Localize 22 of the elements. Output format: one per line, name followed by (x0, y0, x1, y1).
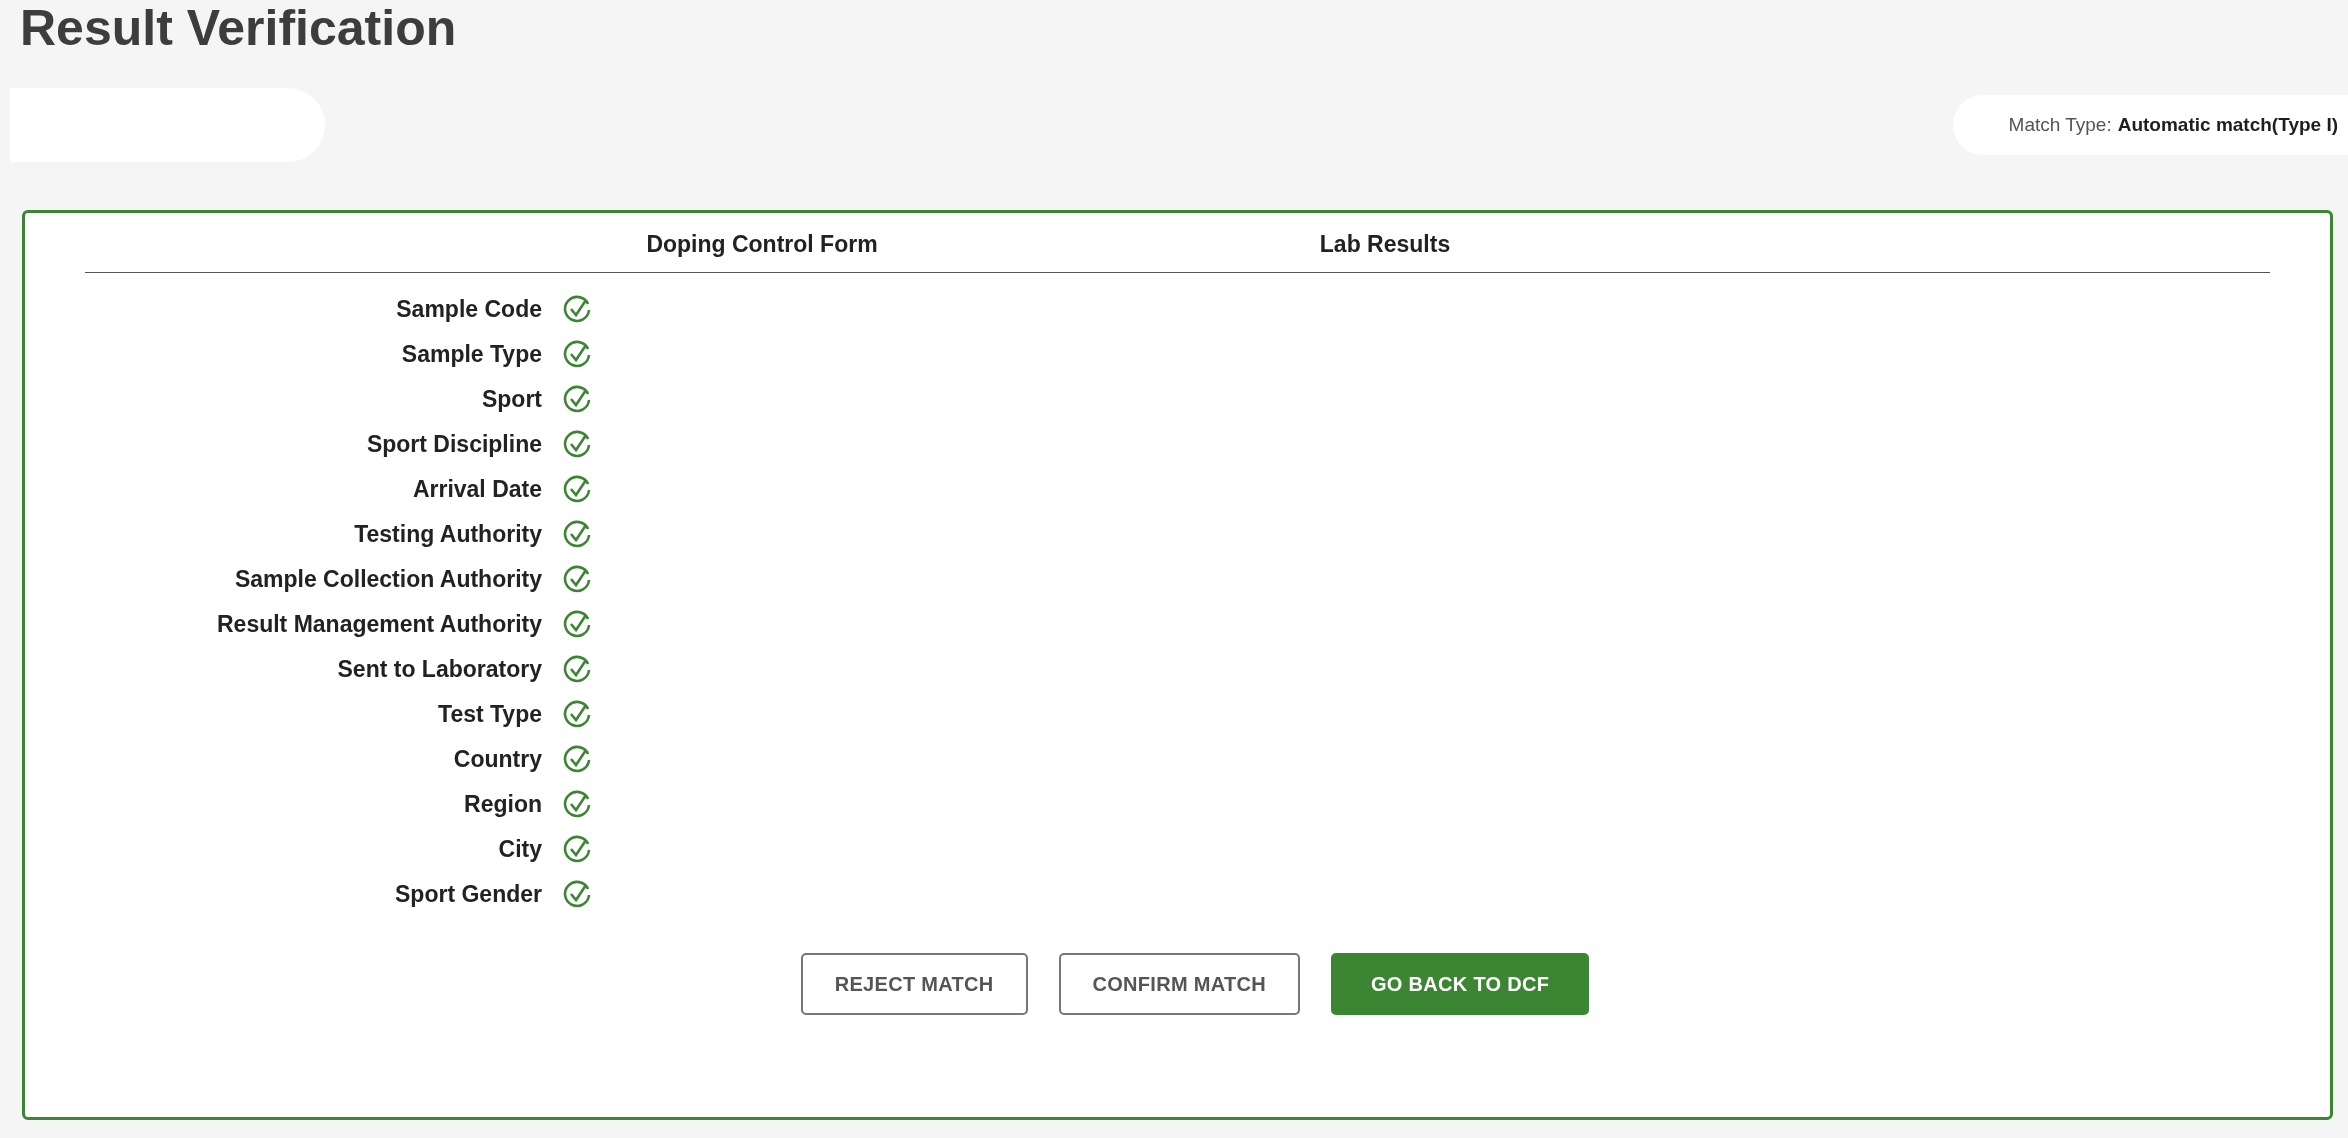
match-type-value: Automatic match(Type I) (2117, 114, 2338, 136)
outline-button[interactable]: REJECT MATCH (800, 953, 1028, 1015)
field-label: Result Management Authority (216, 611, 542, 638)
page-title: Result Verification (19, 0, 458, 56)
field-label: Sport (480, 386, 542, 413)
field-label: Sample Code (395, 296, 542, 323)
field-label: Arrival Date (411, 476, 542, 503)
field-label: Testing Authority (353, 521, 542, 548)
field-label: City (497, 836, 542, 863)
column-header: Doping Control Form (645, 231, 879, 259)
field-label: Country (452, 746, 542, 773)
field-label: Region (463, 791, 542, 818)
field-label: Sport Discipline (365, 431, 542, 458)
column-header: Lab Results (1318, 231, 1452, 259)
field-label: Sport Gender (394, 881, 542, 908)
match-type-label: Match Type: (2008, 114, 2112, 136)
field-label: Sample Type (400, 341, 542, 368)
outline-button[interactable]: CONFIRM MATCH (1058, 953, 1300, 1015)
field-label: Test Type (437, 701, 542, 728)
field-label: Sent to Laboratory (336, 656, 542, 683)
field-label: Sample Collection Authority (233, 566, 542, 593)
primary-button[interactable]: GO BACK TO DCF (1331, 953, 1590, 1015)
